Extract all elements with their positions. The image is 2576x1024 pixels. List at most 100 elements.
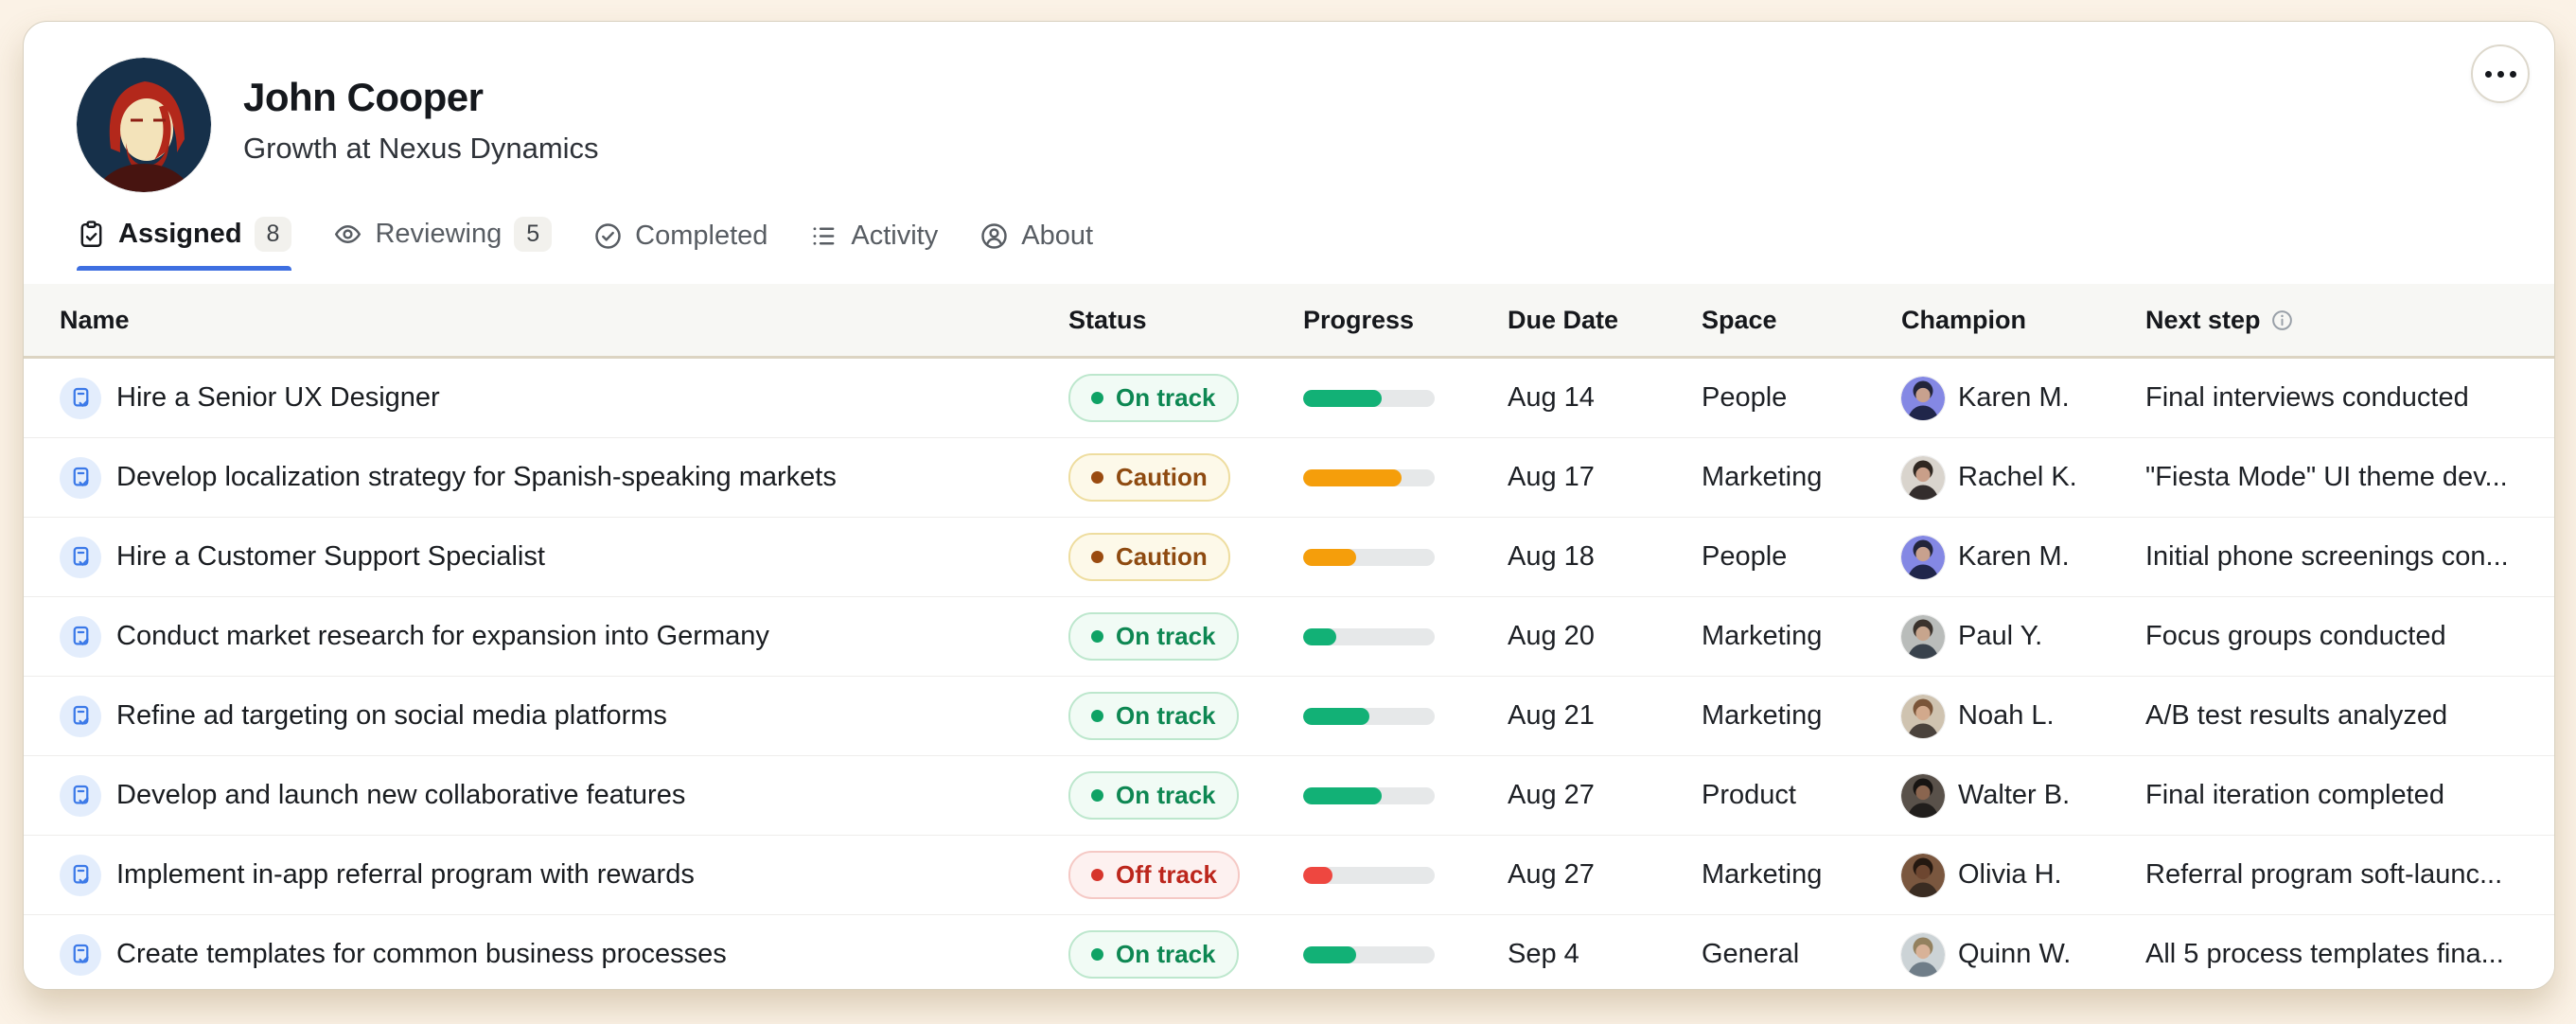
space-cell: Marketing <box>1702 621 1901 652</box>
task-name: Hire a Customer Support Specialist <box>116 541 545 573</box>
task-name: Refine ad targeting on social media plat… <box>116 700 667 732</box>
table-row[interactable]: Develop and launch new collaborative fea… <box>24 756 2554 836</box>
status-dot <box>1091 630 1103 643</box>
profile-name: John Cooper <box>243 75 599 120</box>
tab-label: Reviewing <box>375 219 502 250</box>
ellipsis-icon <box>2497 71 2504 78</box>
tab-reviewing[interactable]: Reviewing5 <box>333 217 552 271</box>
table-row[interactable]: Hire a Senior UX DesignerOn trackAug 14P… <box>24 359 2554 438</box>
tab-about[interactable]: About <box>979 221 1093 271</box>
champion-cell: Walter B. <box>1901 774 2145 818</box>
avatar <box>1901 615 1945 659</box>
avatar <box>1901 536 1945 579</box>
next-step-cell: Initial phone screenings con... <box>2145 541 2530 573</box>
status-label: Caution <box>1116 463 1208 492</box>
champion-cell: Karen M. <box>1901 536 2145 579</box>
profile-subtitle: Growth at Nexus Dynamics <box>243 132 599 166</box>
column-header-name: Name <box>60 306 1068 335</box>
due-date-cell: Aug 27 <box>1508 780 1702 811</box>
status-cell: On track <box>1068 771 1303 820</box>
tab-bar: Assigned8 Reviewing5 Completed Activity Abou… <box>24 217 2554 271</box>
progress-cell <box>1303 469 1508 486</box>
status-label: On track <box>1116 781 1216 810</box>
task-name-cell: Refine ad targeting on social media plat… <box>60 696 1068 737</box>
status-dot <box>1091 551 1103 563</box>
ellipsis-icon <box>2510 71 2516 78</box>
task-name: Conduct market research for expansion in… <box>116 621 769 652</box>
tab-label: Activity <box>851 221 938 252</box>
column-header-progress: Progress <box>1303 306 1508 335</box>
due-date-cell: Aug 27 <box>1508 859 1702 891</box>
status-dot <box>1091 948 1103 961</box>
ellipsis-icon <box>2485 71 2492 78</box>
space-cell: Marketing <box>1702 462 1901 493</box>
table-row[interactable]: Refine ad targeting on social media plat… <box>24 677 2554 756</box>
next-step-cell: Focus groups conducted <box>2145 621 2530 652</box>
avatar <box>1901 695 1945 738</box>
status-label: Caution <box>1116 542 1208 572</box>
table-body: Hire a Senior UX DesignerOn trackAug 14P… <box>24 359 2554 990</box>
task-name-cell: Hire a Customer Support Specialist <box>60 537 1068 578</box>
progress-bar <box>1303 469 1435 486</box>
clipboard-check-icon <box>77 220 106 249</box>
status-dot <box>1091 392 1103 404</box>
avatar <box>1901 854 1945 897</box>
tab-label: About <box>1021 221 1093 252</box>
table-row[interactable]: Develop localization strategy for Spanis… <box>24 438 2554 518</box>
task-icon <box>60 855 101 896</box>
tab-badge: 8 <box>255 217 292 252</box>
table-row[interactable]: Create templates for common business pro… <box>24 915 2554 990</box>
column-header-label: Status <box>1068 306 1147 335</box>
more-options-button[interactable] <box>2471 44 2530 103</box>
status-dot <box>1091 710 1103 722</box>
due-date-cell: Aug 20 <box>1508 621 1702 652</box>
check-circle-icon <box>593 221 623 251</box>
task-name-cell: Hire a Senior UX Designer <box>60 378 1068 419</box>
profile-avatar <box>77 58 211 192</box>
table-row[interactable]: Conduct market research for expansion in… <box>24 597 2554 677</box>
progress-bar-fill <box>1303 867 1332 884</box>
tab-assigned[interactable]: Assigned8 <box>77 217 291 271</box>
champion-cell: Rachel K. <box>1901 456 2145 500</box>
table-row[interactable]: Hire a Customer Support Specialist Cautio… <box>24 518 2554 597</box>
space-cell: Marketing <box>1702 700 1901 732</box>
status-badge: On track <box>1068 612 1239 661</box>
status-badge: On track <box>1068 771 1239 820</box>
table-row[interactable]: Implement in-app referral program with r… <box>24 836 2554 915</box>
column-header-label: Next step <box>2145 306 2261 335</box>
column-header-due-date: Due Date <box>1508 306 1702 335</box>
status-cell: On track <box>1068 930 1303 979</box>
progress-bar-fill <box>1303 549 1356 566</box>
eye-icon <box>333 220 362 249</box>
task-name: Create templates for common business pro… <box>116 939 727 970</box>
progress-bar <box>1303 867 1435 884</box>
champion-name: Rachel K. <box>1958 462 2077 493</box>
info-icon <box>2270 309 2294 332</box>
champion-cell: Quinn W. <box>1901 933 2145 977</box>
tab-label: Completed <box>635 221 768 252</box>
column-header-label: Space <box>1702 306 1777 335</box>
status-label: On track <box>1116 622 1216 651</box>
tab-completed[interactable]: Completed <box>593 221 768 271</box>
progress-cell <box>1303 628 1508 645</box>
space-cell: People <box>1702 382 1901 414</box>
column-header-label: Progress <box>1303 306 1414 335</box>
task-name-cell: Develop and launch new collaborative fea… <box>60 775 1068 817</box>
tab-activity[interactable]: Activity <box>809 221 938 271</box>
status-label: On track <box>1116 701 1216 731</box>
champion-name: Quinn W. <box>1958 939 2071 970</box>
avatar <box>1901 774 1945 818</box>
next-step-cell: "Fiesta Mode" UI theme dev... <box>2145 462 2530 493</box>
column-header-champion: Champion <box>1901 306 2145 335</box>
status-label: Off track <box>1116 860 1217 890</box>
progress-cell <box>1303 867 1508 884</box>
champion-name: Karen M. <box>1958 541 2070 573</box>
progress-cell <box>1303 549 1508 566</box>
column-header-label: Champion <box>1901 306 2026 335</box>
status-badge: On track <box>1068 930 1239 979</box>
next-step-cell: Referral program soft-launc... <box>2145 859 2530 891</box>
progress-bar-fill <box>1303 469 1402 486</box>
task-name: Hire a Senior UX Designer <box>116 382 440 414</box>
avatar <box>1901 456 1945 500</box>
task-name-cell: Implement in-app referral program with r… <box>60 855 1068 896</box>
